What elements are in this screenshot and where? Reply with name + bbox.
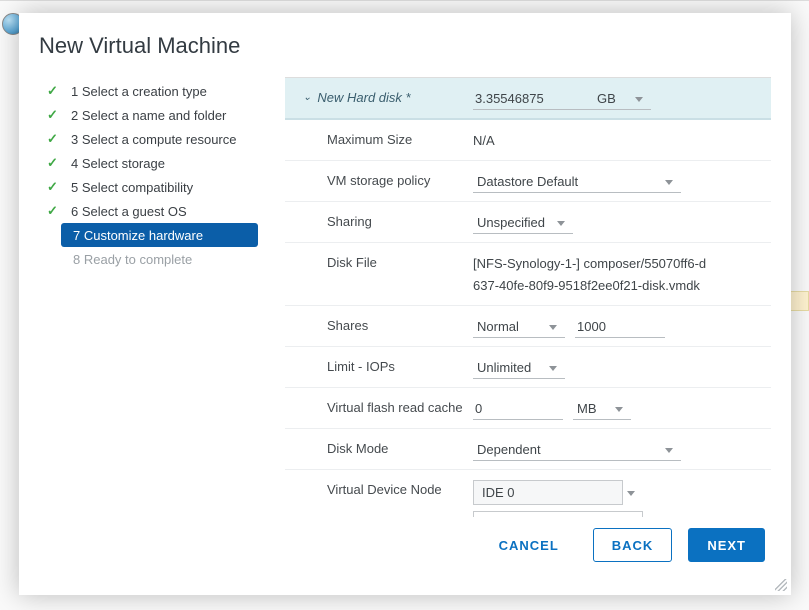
row-label: Sharing: [297, 210, 473, 229]
hardware-panel: ⌄ New Hard disk * GB: [285, 77, 771, 517]
step-guest-os[interactable]: 6 Select a guest OS: [39, 199, 285, 223]
step-label: 5 Select compatibility: [71, 180, 193, 195]
row-maximum-size: Maximum Size N/A: [285, 120, 771, 161]
disk-file-path: [NFS-Synology-1-] composer/55070ff6-d637…: [473, 253, 713, 297]
step-storage[interactable]: 4 Select storage: [39, 151, 285, 175]
row-label: Limit - IOPs: [297, 355, 473, 374]
row-label: Virtual flash read cache: [297, 396, 473, 415]
section-new-hard-disk[interactable]: ⌄ New Hard disk * GB: [285, 78, 771, 120]
wizard-steps: 1 Select a creation type 2 Select a name…: [39, 77, 285, 517]
row-disk-file: Disk File [NFS-Synology-1-] composer/550…: [285, 243, 771, 306]
step-compatibility[interactable]: 5 Select compatibility: [39, 175, 285, 199]
storage-policy-select[interactable]: Datastore Default: [473, 171, 681, 193]
row-label: Shares: [297, 314, 473, 333]
cancel-button[interactable]: CANCEL: [481, 528, 577, 562]
section-title: New Hard disk *: [317, 90, 410, 105]
next-button[interactable]: NEXT: [688, 528, 765, 562]
row-value: N/A: [473, 130, 495, 152]
step-creation-type[interactable]: 1 Select a creation type: [39, 79, 285, 103]
dialog-title: New Virtual Machine: [39, 33, 771, 59]
background-fragment: [790, 291, 809, 311]
shares-level-select[interactable]: Normal: [473, 316, 565, 338]
flash-cache-unit-select[interactable]: MB: [573, 398, 631, 420]
row-shares: Shares Normal: [285, 306, 771, 347]
step-label: 7 Customize hardware: [73, 228, 203, 243]
step-ready-complete: 8 Ready to complete: [61, 247, 285, 271]
row-label: Disk File: [297, 251, 473, 270]
step-label: 2 Select a name and folder: [71, 108, 226, 123]
row-virtual-device-node: Virtual Device Node IDE 0 IDE(0:0) New H…: [285, 470, 771, 517]
chevron-down-icon: ⌄: [303, 92, 311, 103]
row-sharing: Sharing Unspecified: [285, 202, 771, 243]
dialog-footer: CANCEL BACK NEXT: [19, 517, 791, 595]
new-vm-dialog: New Virtual Machine 1 Select a creation …: [19, 13, 791, 595]
step-label: 8 Ready to complete: [73, 252, 192, 267]
row-label: VM storage policy: [297, 169, 473, 188]
step-customize-hardware[interactable]: 7 Customize hardware: [61, 223, 258, 247]
shares-value-input[interactable]: [575, 316, 665, 338]
row-label: Disk Mode: [297, 437, 473, 456]
resize-grip[interactable]: [775, 579, 787, 591]
row-disk-mode: Disk Mode Dependent: [285, 429, 771, 470]
sharing-select[interactable]: Unspecified: [473, 212, 573, 234]
disk-mode-select[interactable]: Dependent: [473, 439, 681, 461]
step-name-folder[interactable]: 2 Select a name and folder: [39, 103, 285, 127]
step-compute-resource[interactable]: 3 Select a compute resource: [39, 127, 285, 151]
step-label: 3 Select a compute resource: [71, 132, 236, 147]
row-vm-storage-policy: VM storage policy Datastore Default: [285, 161, 771, 202]
row-label: Maximum Size: [297, 128, 473, 147]
step-label: 1 Select a creation type: [71, 84, 207, 99]
flash-cache-input[interactable]: [473, 398, 563, 420]
disk-size-unit-select[interactable]: GB: [593, 88, 651, 110]
row-flash-read-cache: Virtual flash read cache MB: [285, 388, 771, 429]
row-label: Virtual Device Node: [297, 478, 473, 497]
limit-iops-select[interactable]: Unlimited: [473, 357, 565, 379]
step-label: 4 Select storage: [71, 156, 165, 171]
disk-size-input[interactable]: [473, 88, 593, 110]
hardware-scroll[interactable]: ⌄ New Hard disk * GB: [285, 77, 771, 517]
vdn-controller-select[interactable]: IDE 0: [473, 480, 623, 505]
step-label: 6 Select a guest OS: [71, 204, 187, 219]
row-limit-iops: Limit - IOPs Unlimited: [285, 347, 771, 388]
back-button[interactable]: BACK: [593, 528, 673, 562]
